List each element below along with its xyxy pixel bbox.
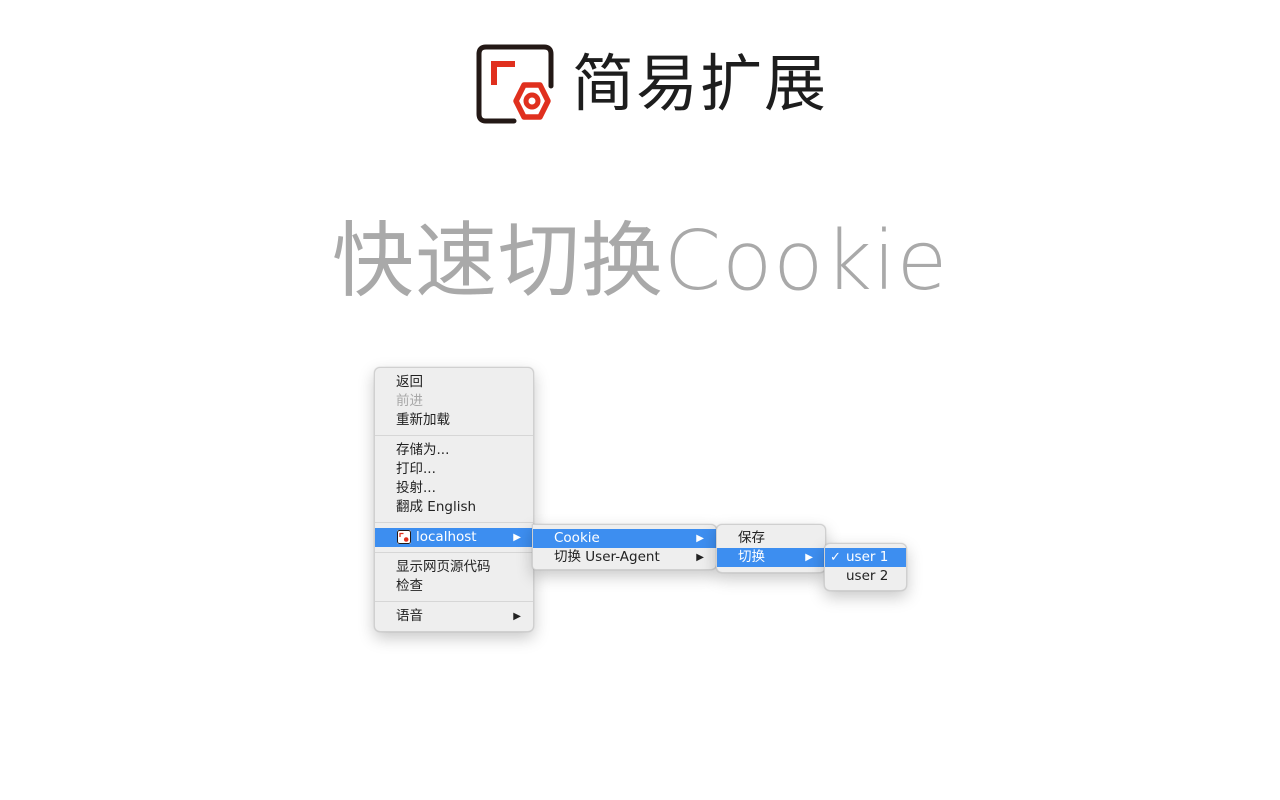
- submenu-arrow-icon: ▶: [513, 532, 521, 543]
- submenu-arrow-icon: ▶: [805, 552, 813, 563]
- menu-item-forward: 前进: [396, 393, 423, 409]
- extension-logo-icon: [476, 44, 554, 124]
- extension-favicon-icon: [397, 530, 411, 544]
- submenu-arrow-icon: ▶: [696, 552, 704, 563]
- menu-item-reload[interactable]: 重新加载: [375, 411, 533, 430]
- context-menu: 返回 前进 重新加载 存储为... 打印... 投射... 翻成 English…: [374, 367, 534, 632]
- submenu-item-cookie[interactable]: Cookie ▶: [533, 529, 716, 548]
- menu-divider: [375, 552, 533, 553]
- menu-item-back[interactable]: 返回: [375, 373, 533, 392]
- menu-item-speech[interactable]: 语音 ▶: [375, 607, 533, 626]
- page: 简易扩展 快速切换Cookie 返回 前进 重新加载 存储为... 打印... …: [0, 0, 1280, 800]
- menu-item-localhost[interactable]: localhost ▶: [375, 528, 533, 547]
- menu-item-view-source[interactable]: 显示网页源代码: [375, 558, 533, 577]
- brand-name: 简易扩展: [572, 47, 829, 120]
- submenu-item-user-agent[interactable]: 切换 User-Agent ▶: [533, 548, 716, 567]
- page-title: 快速切换Cookie: [331, 214, 949, 309]
- menu-item-inspect[interactable]: 检查: [375, 577, 533, 596]
- menu-item-print[interactable]: 打印...: [375, 460, 533, 479]
- submenu-item-switch[interactable]: 切换 ▶: [717, 548, 825, 567]
- menu-item-label: 切换: [738, 549, 765, 565]
- menu-item-label: 切换 User-Agent: [554, 549, 660, 565]
- menu-item-label: Cookie: [554, 530, 600, 546]
- menu-item-label: user 1: [846, 549, 889, 565]
- submenu-item-user-1[interactable]: ✓ user 1: [825, 548, 906, 567]
- menu-divider: [375, 601, 533, 602]
- menu-item-label: localhost: [416, 529, 477, 545]
- menu-divider: [375, 522, 533, 523]
- menu-item-cast[interactable]: 投射...: [375, 479, 533, 498]
- extension-submenu: Cookie ▶ 切换 User-Agent ▶: [532, 524, 717, 570]
- menu-item-label: 语音: [396, 608, 423, 624]
- menu-item-save-as[interactable]: 存储为...: [375, 441, 533, 460]
- submenu-item-user-2[interactable]: user 2: [825, 567, 906, 586]
- user-submenu: ✓ user 1 user 2: [824, 543, 907, 591]
- submenu-item-save[interactable]: 保存: [717, 529, 825, 548]
- checkmark-icon: ✓: [830, 550, 841, 565]
- cookie-submenu: 保存 切换 ▶: [716, 524, 826, 573]
- menu-divider: [375, 435, 533, 436]
- menu-item-translate[interactable]: 翻成 English: [375, 498, 533, 517]
- submenu-arrow-icon: ▶: [696, 533, 704, 544]
- submenu-arrow-icon: ▶: [513, 611, 521, 622]
